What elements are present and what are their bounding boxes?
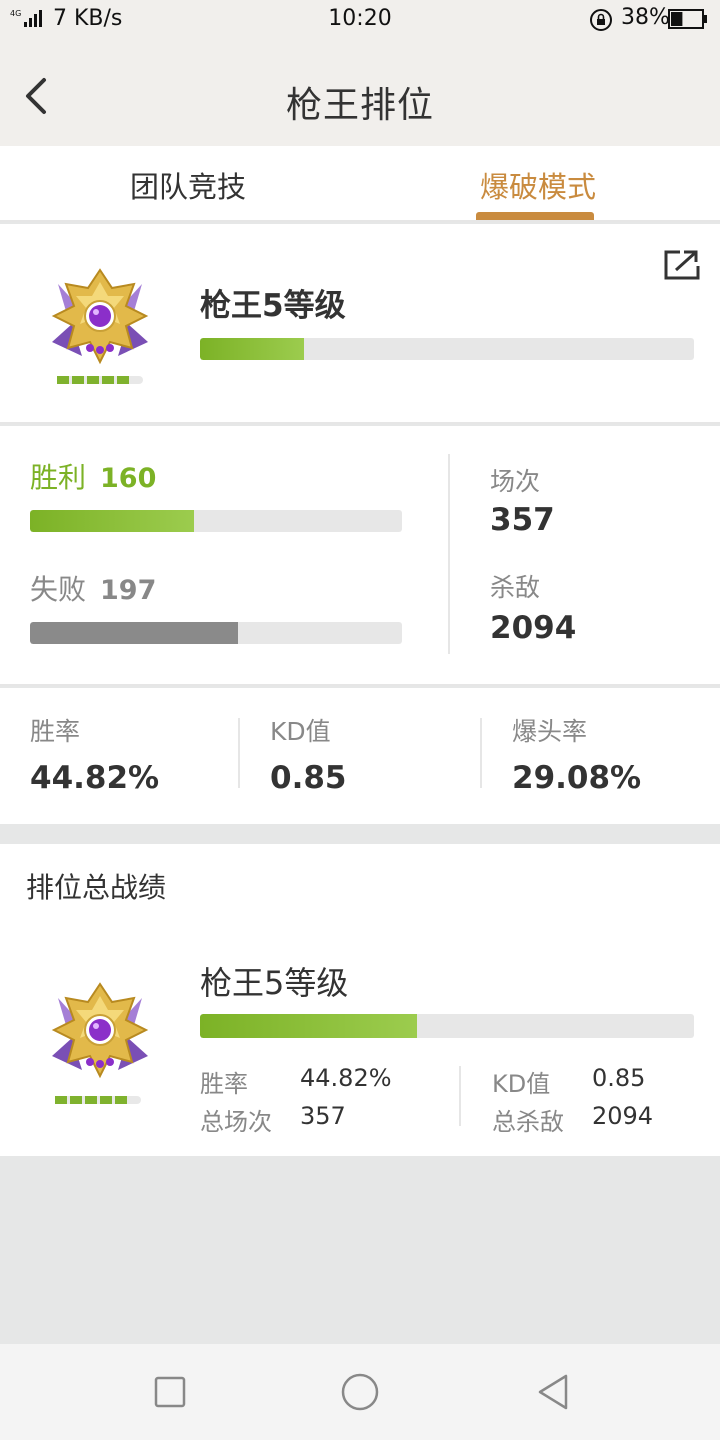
matches-value: 357 <box>490 502 555 538</box>
total-kd-value: 0.85 <box>592 1064 646 1092</box>
rank-card: 枪王5等级 <box>0 224 720 424</box>
home-icon[interactable] <box>340 1372 380 1412</box>
tab-demolition[interactable]: 爆破模式 <box>480 164 596 206</box>
rotation-lock-icon <box>590 9 612 31</box>
divider <box>459 1066 461 1126</box>
screen: 4G 7 KB/s 10:20 38% 枪王排位 团队竞技 爆破模式 枪王5等级… <box>0 0 720 1440</box>
total-win-rate-value: 44.82% <box>300 1064 392 1092</box>
active-tab-indicator <box>476 212 594 220</box>
total-matches-label: 总场次 <box>200 1108 272 1136</box>
system-nav-bar <box>0 1344 720 1440</box>
headshot-rate-label: 爆头率 <box>512 717 588 746</box>
total-progress-fill <box>200 1014 418 1038</box>
divider <box>448 454 450 654</box>
tab-team-battle[interactable]: 团队竞技 <box>130 164 246 206</box>
battery-percent: 38% <box>621 5 670 30</box>
rank-badge-icon <box>51 982 149 1079</box>
total-kills-value: 2094 <box>592 1102 654 1130</box>
record-section: 胜利 160 失败 197 场次 357 杀敌 2094 <box>0 426 720 686</box>
kills-value: 2094 <box>490 610 577 646</box>
rank-progress-fill <box>200 338 304 360</box>
recent-apps-icon[interactable] <box>150 1372 190 1412</box>
header: 枪王排位 <box>0 40 720 146</box>
level-dots <box>57 376 143 384</box>
rank-progress-bar <box>200 338 694 360</box>
level-dots <box>55 1096 141 1104</box>
status-bar: 4G 7 KB/s 10:20 38% <box>0 0 720 40</box>
lose-label: 失败 197 <box>30 573 157 606</box>
mode-tabs: 团队竞技 爆破模式 <box>0 146 720 222</box>
total-win-rate-label: 胜率 <box>200 1070 248 1098</box>
page-title: 枪王排位 <box>285 85 434 126</box>
win-count: 160 <box>100 463 157 494</box>
section-gap <box>0 824 720 844</box>
lose-count: 197 <box>100 575 157 606</box>
matches-label: 场次 <box>490 467 541 496</box>
total-record-section: 排位总战绩 枪王5等级 胜率 44.82% 总场次 357 KD值 0.85 总… <box>0 844 720 1156</box>
total-kd-label: KD值 <box>492 1070 551 1098</box>
win-rate-value: 44.82% <box>30 760 160 796</box>
back-triangle-icon[interactable] <box>534 1372 574 1412</box>
rank-name: 枪王5等级 <box>200 288 346 324</box>
kd-value: 0.85 <box>270 760 347 796</box>
win-label: 胜利 160 <box>30 461 157 494</box>
lose-bar-fill <box>30 622 239 644</box>
total-progress-bar <box>200 1014 694 1038</box>
kd-label: KD值 <box>270 717 331 746</box>
rank-badge-icon <box>51 268 149 365</box>
divider <box>238 718 240 788</box>
win-bar <box>30 510 402 532</box>
share-icon[interactable] <box>662 248 702 282</box>
win-rate-label: 胜率 <box>30 717 81 746</box>
rates-section: 胜率 44.82% KD值 0.85 爆头率 29.08% <box>0 688 720 824</box>
divider <box>480 718 482 788</box>
total-kills-label: 总杀敌 <box>492 1108 564 1136</box>
lose-bar <box>30 622 402 644</box>
battery-icon <box>668 9 707 29</box>
win-bar-fill <box>30 510 194 532</box>
section-title: 排位总战绩 <box>26 871 167 904</box>
rank-name: 枪王5等级 <box>200 964 349 1002</box>
kills-label: 杀敌 <box>490 573 541 602</box>
total-matches-value: 357 <box>300 1102 346 1130</box>
headshot-rate-value: 29.08% <box>512 760 642 796</box>
